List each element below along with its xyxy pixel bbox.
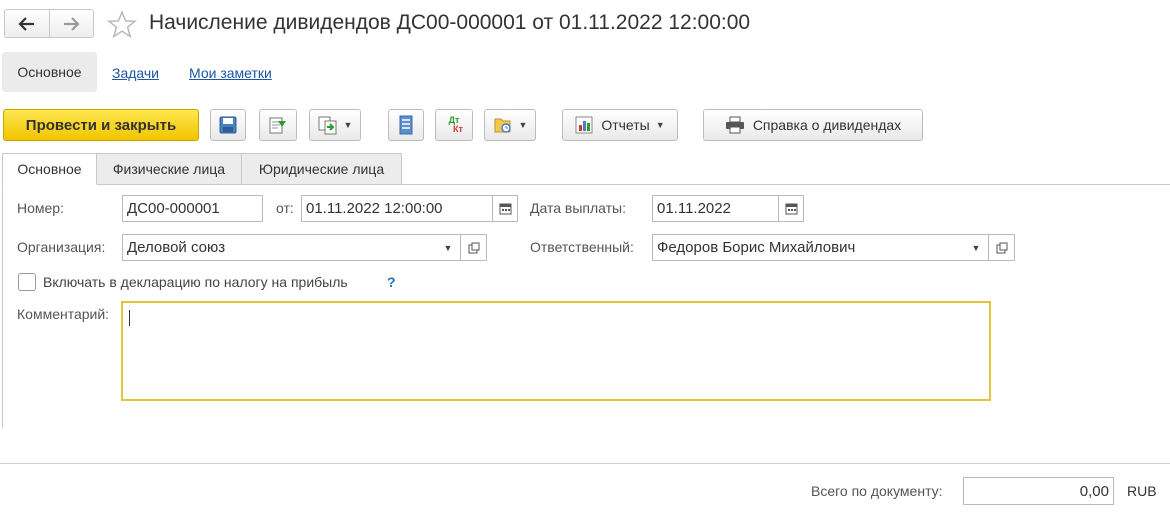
responsible-label: Ответственный: — [530, 239, 634, 255]
structure-button[interactable] — [388, 109, 424, 141]
organization-dropdown-button[interactable]: ▼ — [436, 235, 460, 260]
organization-value: Деловой союз — [127, 239, 226, 256]
open-icon — [996, 242, 1007, 253]
kt-label: Кт — [453, 124, 463, 134]
dividend-certificate-label: Справка о дивидендах — [752, 117, 902, 133]
number-field[interactable]: ДС00-000001 — [122, 195, 263, 222]
reports-label: Отчеты — [601, 117, 650, 133]
create-based-on-icon — [318, 116, 337, 135]
nav-notes-link[interactable]: Мои заметки — [189, 65, 272, 81]
back-button[interactable] — [5, 10, 49, 37]
declaration-label: Включать в декларацию по налогу на прибы… — [43, 274, 348, 290]
tab-main[interactable]: Основное — [2, 153, 97, 185]
page-title: Начисление дивидендов ДС00-000001 от 01.… — [149, 11, 751, 34]
organization-field[interactable]: Деловой союз ▼ — [122, 234, 461, 261]
post-icon — [269, 117, 286, 134]
text-cursor — [129, 310, 130, 326]
tab-individuals[interactable]: Физические лица — [96, 153, 242, 185]
create-based-on-button[interactable]: ▼ — [309, 109, 361, 141]
total-value: 0,00 — [1079, 482, 1109, 500]
from-label: от: — [276, 200, 294, 216]
comment-label: Комментарий: — [17, 306, 110, 322]
payment-date-label: Дата выплаты: — [530, 200, 626, 216]
printer-icon — [725, 116, 744, 134]
attachments-icon — [494, 118, 511, 133]
date-field[interactable]: 01.11.2022 12:00:00 — [301, 195, 518, 222]
save-icon — [219, 116, 237, 134]
open-icon — [468, 242, 479, 253]
history-nav — [4, 9, 94, 38]
forward-button[interactable] — [48, 10, 94, 37]
date-calendar-button[interactable] — [492, 196, 517, 221]
panel-border — [2, 184, 3, 428]
tab-legal-entities[interactable]: Юридические лица — [241, 153, 402, 185]
total-label: Всего по документу: — [811, 483, 943, 499]
organization-label: Организация: — [17, 239, 106, 255]
tab-divider — [2, 184, 1170, 185]
organization-open-button[interactable] — [461, 234, 487, 261]
responsible-field[interactable]: Федоров Борис Михайлович ▼ — [652, 234, 989, 261]
save-button[interactable] — [210, 109, 246, 141]
responsible-dropdown-button[interactable]: ▼ — [964, 235, 988, 260]
declaration-checkbox[interactable] — [18, 273, 36, 291]
payment-date-value: 01.11.2022 — [657, 200, 731, 217]
arrow-right-icon — [64, 16, 80, 31]
nav-tasks-link[interactable]: Задачи — [112, 65, 159, 81]
attachments-button[interactable]: ▼ — [484, 109, 536, 141]
post-and-close-button[interactable]: Провести и закрыть — [3, 109, 199, 141]
number-label: Номер: — [17, 200, 64, 216]
number-value: ДС00-000001 — [127, 200, 220, 217]
comment-textarea[interactable] — [121, 301, 991, 401]
total-field: 0,00 — [963, 477, 1114, 505]
chevron-down-icon: ▼ — [971, 242, 981, 253]
chevron-down-icon: ▼ — [443, 242, 453, 253]
footer-divider — [0, 463, 1170, 464]
reports-button[interactable]: Отчеты ▼ — [562, 109, 678, 141]
dt-kt-button[interactable]: Дт Кт — [435, 109, 473, 141]
chevron-down-icon: ▼ — [343, 120, 353, 130]
chevron-down-icon: ▼ — [518, 120, 528, 130]
currency-label: RUB — [1127, 483, 1157, 499]
date-value: 01.11.2022 12:00:00 — [306, 200, 443, 217]
calendar-icon — [785, 203, 797, 215]
calendar-icon — [499, 203, 511, 215]
help-button[interactable]: ? — [387, 274, 396, 290]
reports-icon — [575, 116, 593, 134]
responsible-open-button[interactable] — [989, 234, 1015, 261]
arrow-left-icon — [18, 16, 34, 31]
nav-main[interactable]: Основное — [2, 52, 97, 92]
payment-date-field[interactable]: 01.11.2022 — [652, 195, 804, 222]
star-icon — [107, 10, 137, 39]
payment-date-calendar-button[interactable] — [778, 196, 803, 221]
favorite-button[interactable] — [107, 10, 137, 40]
responsible-value: Федоров Борис Михайлович — [657, 239, 856, 256]
post-button[interactable] — [259, 109, 297, 141]
chevron-down-icon: ▼ — [655, 120, 665, 130]
dt-kt-icon: Дт Кт — [445, 116, 463, 134]
dividend-certificate-button[interactable]: Справка о дивидендах — [703, 109, 923, 141]
list-icon — [399, 115, 413, 135]
